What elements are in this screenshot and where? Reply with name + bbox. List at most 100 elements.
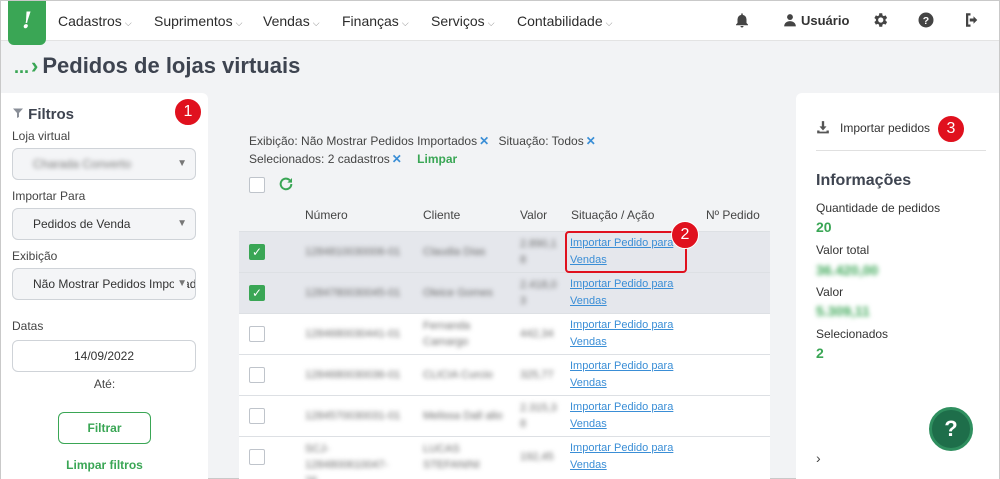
col-header-cliente[interactable]: Cliente [423,208,460,222]
qtd-pedidos-value: 20 [816,219,832,235]
importar-para-label: Importar Para [12,189,86,203]
select-all-checkbox[interactable] [249,177,265,193]
valor-value: 5.309,11 [816,303,870,319]
chip-exibicao: Exibição: Não Mostrar Pedidos Importados [249,134,478,148]
user-name: Usuário [801,13,850,28]
close-icon[interactable]: ✕ [392,152,402,166]
close-icon[interactable]: ✕ [586,134,596,148]
menu-financas[interactable]: Finanças ⌵ [342,1,409,41]
cell-valor: 2.890,1 8 [520,238,557,266]
importar-pedido-link[interactable]: Importar Pedido para Vendas [570,399,673,433]
caret-down-icon: ▼ [174,149,187,179]
menu-label: Contabilidade [517,13,603,29]
col-header-numero[interactable]: Número [305,208,348,222]
loja-virtual-select[interactable]: Charada Converto ▼ [12,148,196,180]
selecionados-label: Selecionados [816,327,889,341]
breadcrumb[interactable]: ... [14,57,29,77]
col-header-valor[interactable]: Valor [520,208,547,222]
valor-total-label: Valor total [816,243,870,257]
data-inicio-input[interactable]: 14/09/2022 [12,340,196,372]
row-checkbox[interactable]: ✓ [249,285,265,301]
cell-valor: 2.315,3 8 [520,402,557,430]
menu-servicos[interactable]: Serviços ⌵ [431,1,495,41]
row-checkbox[interactable]: ✓ [249,244,265,260]
app-logo[interactable]: ! [8,1,46,45]
exibicao-label: Exibição [12,249,58,263]
exibicao-select[interactable]: Não Mostrar Pedidos Importados ▼ [12,268,196,300]
filtrar-button[interactable]: Filtrar [58,412,151,444]
callout-highlight-box [565,231,687,273]
cell-numero: 1284810030006-01 [305,246,401,258]
limpar-filtros-link[interactable]: Limpar filtros [1,458,208,472]
cell-valor: 2.418,0 3 [520,279,557,307]
chevron-right-icon: › [31,53,39,78]
menu-label: Cadastros [58,13,122,29]
row-checkbox[interactable] [249,367,265,383]
close-icon[interactable]: ✕ [479,134,489,148]
importar-pedido-link[interactable]: Importar Pedido para Vendas [570,358,673,392]
cell-cliente: CLICIA Curcio [423,369,493,381]
chevron-down-icon: ⌵ [605,18,613,28]
cell-cliente: LUCAS STEFANINI [423,443,480,471]
table-row[interactable]: 1284570030031-01 Melissa Dall alio 2.315… [239,395,770,436]
importar-pedidos-button[interactable]: Importar pedidos [816,120,930,135]
help-button[interactable]: ? [929,407,973,451]
caret-down-icon: ▼ [174,269,187,299]
valor-label: Valor [816,285,844,299]
divider [816,150,986,151]
chip-situacao: Situação: Todos [498,134,584,148]
user-menu[interactable]: Usuário [783,1,849,41]
cell-numero: 1284780030045-01 [305,287,401,299]
refresh-icon[interactable] [278,176,294,192]
gear-icon[interactable] [871,11,891,31]
limpar-chips-link[interactable]: Limpar [417,152,457,166]
cell-valor: 442,34 [520,328,554,340]
bell-icon[interactable] [733,11,753,31]
cell-numero: SCJ-1284800610047-26 [305,443,389,479]
cell-cliente: Melissa Dall alio [423,410,503,422]
filters-panel: Filtros Loja virtual Charada Converto ▼ I… [1,93,208,479]
filters-title: Filtros [12,106,74,123]
table-row[interactable]: 1284680030036-01 CLICIA Curcio 325,77 Im… [239,354,770,395]
callout-badge-2: 2 [671,221,699,249]
cell-valor: 325,77 [520,369,554,381]
col-header-situacao[interactable]: Situação / Ação [571,208,654,222]
chevron-down-icon: ⌵ [124,18,132,28]
ate-label: Até: [93,377,116,391]
page-header: ...› Pedidos de lojas virtuais [14,53,300,83]
svg-text:?: ? [923,15,929,27]
cell-numero: 1284680030036-01 [305,369,401,381]
col-header-num-pedido[interactable]: Nº Pedido [706,208,760,222]
row-checkbox[interactable] [249,449,265,465]
row-checkbox[interactable] [249,408,265,424]
valor-total-value: 36.420,00 [816,262,879,278]
menu-contabilidade[interactable]: Contabilidade ⌵ [517,1,612,41]
table-row[interactable]: 1284680030441-01 Fernanda Camargo 442,34… [239,313,770,354]
importar-pedido-link[interactable]: Importar Pedido para Vendas [570,440,673,474]
importar-pedido-link[interactable]: Importar Pedido para Vendas [570,276,673,310]
caret-down-icon: ▼ [174,209,187,239]
menu-vendas[interactable]: Vendas ⌵ [263,1,320,41]
logout-icon[interactable] [963,11,983,31]
chevron-down-icon: ⌵ [487,18,495,28]
menu-label: Suprimentos [154,13,233,29]
active-filters: Exibição: Não Mostrar Pedidos Importados… [249,132,619,168]
loja-virtual-label: Loja virtual [12,129,71,143]
menu-suprimentos[interactable]: Suprimentos ⌵ [154,1,242,41]
importar-para-select[interactable]: Pedidos de Venda ▼ [12,208,196,240]
row-checkbox[interactable] [249,326,265,342]
table-row[interactable]: SCJ-1284800610047-26 LUCAS STEFANINI 192… [239,436,770,479]
info-title: Informações [816,172,912,189]
cell-numero: 1284680030441-01 [305,328,401,340]
user-icon [784,14,796,27]
datas-label: Datas [12,319,44,333]
table-row[interactable]: ✓ 1284780030045-01 Oleice Gomes 2.418,0 … [239,272,770,313]
menu-cadastros[interactable]: Cadastros ⌵ [58,1,132,41]
chevron-right-icon[interactable]: › [816,450,821,466]
chevron-down-icon: ⌵ [401,18,409,28]
help-circle-icon[interactable]: ? [917,11,937,31]
selecionados-value: 2 [816,345,824,361]
importar-pedido-link[interactable]: Importar Pedido para Vendas [570,317,673,351]
cell-cliente: Fernanda Camargo [423,320,471,348]
chip-selecionados: Selecionados: 2 cadastros [249,152,390,166]
